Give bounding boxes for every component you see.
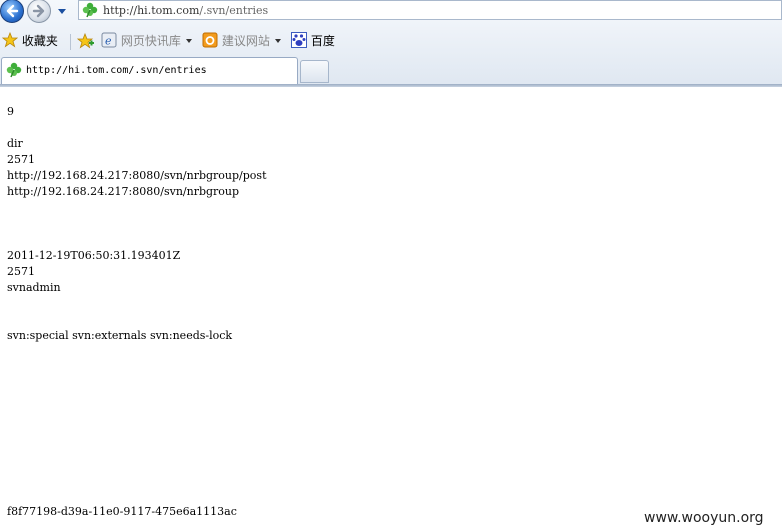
site-favicon-icon [82, 2, 98, 18]
forward-arrow-icon [32, 4, 45, 18]
document-line: http://192.168.24.217:8080/svn/nrbgroup/… [7, 169, 267, 182]
suggested-sites-dropdown-icon [274, 39, 281, 43]
baidu-label: 百度 [310, 34, 335, 48]
document-line: f8f77198-d39a-11e0-9117-475e6a1113ac [7, 505, 237, 518]
tab-active[interactable]: http://hi.tom.com/.svn/entries [1, 57, 298, 84]
address-url-path: /.svn/entries [199, 4, 269, 17]
back-arrow-icon [6, 4, 19, 18]
recent-pages-dropdown-icon[interactable] [56, 5, 68, 17]
web-slice-dropdown-icon [185, 39, 192, 43]
add-to-favorites-icon[interactable] [77, 32, 95, 50]
watermark: www.wooyun.org [644, 510, 764, 526]
document-content: 9 dir 2571 http://192.168.24.217:8080/svn/n… [7, 104, 266, 520]
back-button[interactable] [0, 0, 24, 23]
document-line: svn:special svn:externals svn:needs-lock [7, 329, 233, 342]
web-slice-gallery-label: 网页快讯库 [120, 34, 181, 48]
chrome-divider [0, 84, 782, 87]
document-line: 2571 [7, 153, 35, 166]
svg-text:e: e [105, 35, 112, 48]
suggested-sites-button[interactable]: 建议网站 [202, 32, 282, 50]
forward-button[interactable] [27, 0, 51, 23]
web-slice-gallery-button[interactable]: e 网页快讯库 [101, 32, 193, 50]
suggested-sites-label: 建议网站 [221, 34, 270, 48]
browser-chrome: http://hi.tom.com/.svn/entries 收藏夹 e 网页快… [0, 0, 782, 87]
document-line: http://192.168.24.217:8080/svn/nrbgroup [7, 185, 240, 198]
document-line: svnadmin [7, 281, 61, 294]
address-url-prefix: http://hi. [103, 4, 152, 17]
baidu-paw-icon [291, 32, 307, 48]
address-url-domain: tom.com [151, 4, 200, 17]
address-url[interactable]: http://hi.tom.com/.svn/entries [103, 4, 268, 17]
document-line: dir [7, 137, 23, 150]
address-bar[interactable]: http://hi.tom.com/.svn/entries [78, 0, 782, 20]
web-slice-gallery-icon: e [101, 32, 117, 48]
favorites-button[interactable]: 收藏夹 [1, 31, 58, 50]
suggested-sites-icon [202, 32, 218, 48]
favorites-bar: 收藏夹 e 网页快讯库 建议网站 百度 [0, 28, 782, 52]
navigation-bar: http://hi.tom.com/.svn/entries [0, 0, 782, 23]
favorites-star-icon [1, 31, 19, 48]
favorites-label: 收藏夹 [21, 34, 58, 48]
baidu-link[interactable]: 百度 [291, 32, 335, 50]
tab-title: http://hi.tom.com/.svn/entries [26, 65, 207, 76]
document-line: 2011-12-19T06:50:31.193401Z [7, 249, 181, 262]
document-line: 9 [7, 105, 14, 118]
favorites-separator [70, 34, 71, 50]
new-tab-button[interactable] [300, 60, 329, 83]
document-line: 2571 [7, 265, 35, 278]
tab-favicon-icon [6, 62, 22, 78]
